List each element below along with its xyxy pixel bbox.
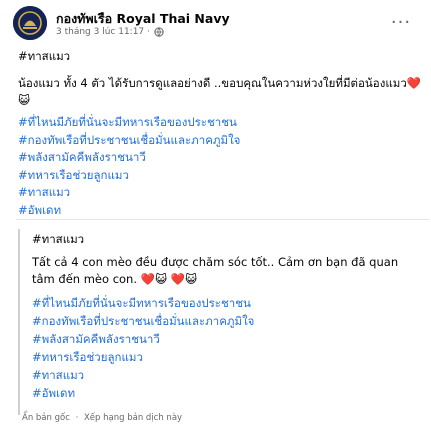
translation-tag: #ทาสแมว — [32, 232, 85, 246]
post-header: กองทัพเรือ Royal Thai Navy 3 tháng 3 lúc… — [0, 0, 431, 46]
post-text: น้องแมว ทั้ง 4 ตัว ได้รับการดูแลอย่างดี … — [18, 76, 422, 107]
translation-footer: Ẩn bản gốc · Xếp hạng bản dịch này — [22, 413, 182, 423]
translation-content: #ทาสแมว Tất cả 4 con mèo đều được chăm s… — [32, 231, 428, 402]
footer-separator: · — [75, 413, 79, 423]
translation-quote-bar — [18, 229, 20, 415]
hashtag-link[interactable]: #ทหารเรือช่วยลูกแมว — [18, 167, 423, 185]
rate-translation-link[interactable]: Xếp hạng bản dịch này — [84, 413, 182, 423]
post-hashtags: #ที่ไหนมีภัยที่นั่นจะมีทหารเรือของประชาช… — [18, 114, 423, 219]
page-avatar[interactable] — [13, 6, 47, 40]
hashtag-link[interactable]: #ทาสแมว — [18, 184, 423, 202]
hashtag-link[interactable]: #ที่ไหนมีภัยที่นั่นจะมีทหารเรือของประชาช… — [18, 114, 423, 132]
translation-text: Tất cả 4 con mèo đều được chăm sóc tốt..… — [32, 255, 399, 286]
meta-separator: · — [147, 27, 151, 37]
page-name[interactable]: กองทัพเรือ Royal Thai Navy — [56, 9, 230, 29]
post-timestamp[interactable]: 3 tháng 3 lúc 11:17 — [56, 27, 144, 37]
globe-icon — [154, 27, 164, 37]
hashtag-link[interactable]: #ที่ไหนมีภัยที่นั่นจะมีทหารเรือของประชาช… — [32, 294, 428, 312]
hashtag-link[interactable]: #อัพเดท — [18, 202, 423, 220]
hide-original-link[interactable]: Ẩn bản gốc — [22, 413, 70, 423]
hashtag-link[interactable]: #กองทัพเรือที่ประชาชนเชื่อมั่นและภาคภูมิ… — [32, 312, 428, 330]
hashtag-link[interactable]: #ทาสแมว — [32, 366, 428, 384]
post-meta: 3 tháng 3 lúc 11:17 · — [56, 27, 164, 37]
hashtag-link[interactable]: #ทหารเรือช่วยลูกแมว — [32, 348, 428, 366]
post-body: #ทาสแมว น้องแมว ทั้ง 4 ตัว ได้รับการดูแล… — [18, 46, 423, 219]
more-options-button[interactable]: ··· — [385, 10, 417, 34]
hashtag-link[interactable]: #อัพเดท — [32, 384, 428, 402]
facebook-post: กองทัพเรือ Royal Thai Navy 3 tháng 3 lúc… — [0, 0, 431, 440]
hashtag-link[interactable]: #กองทัพเรือที่ประชาชนเชื่อมั่นและภาคภูมิ… — [18, 132, 423, 150]
translation-section: #ทาสแมว Tất cả 4 con mèo đều được chăm s… — [18, 221, 430, 440]
hashtag-link[interactable]: #พลังสามัคคีพลังราชนาวี — [18, 149, 423, 167]
navy-emblem-icon — [13, 6, 47, 40]
translation-hashtags: #ที่ไหนมีภัยที่นั่นจะมีทหารเรือของประชาช… — [32, 294, 428, 402]
hashtag-link[interactable]: #พลังสามัคคีพลังราชนาวี — [32, 330, 428, 348]
post-tag: #ทาสแมว — [18, 49, 71, 63]
translation-divider — [16, 219, 430, 220]
